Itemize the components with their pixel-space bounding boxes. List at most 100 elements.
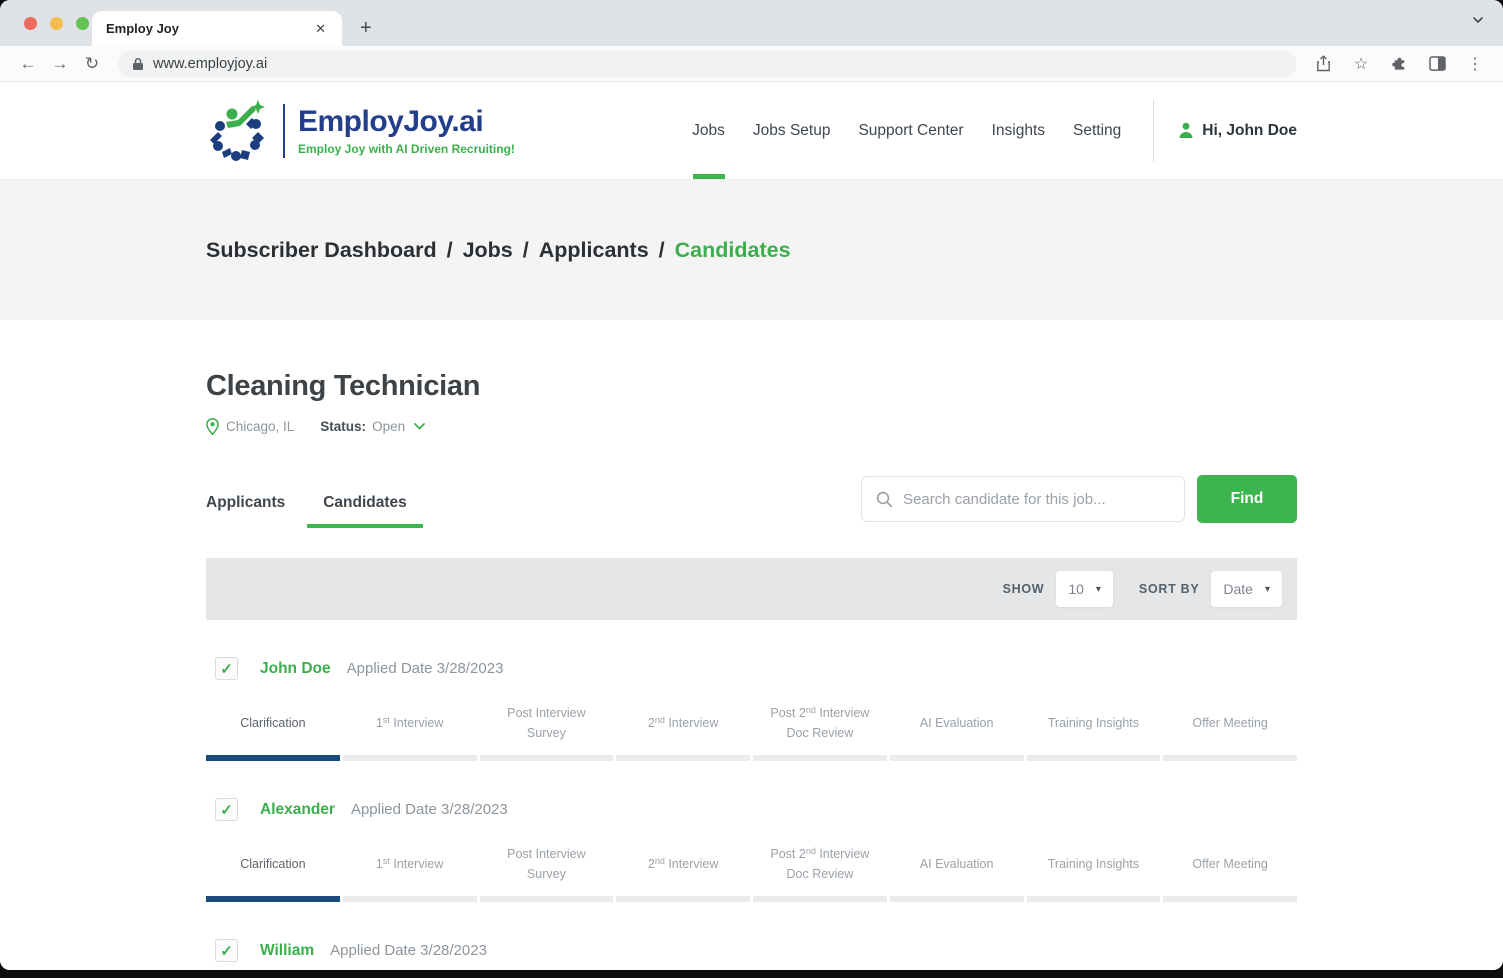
candidate-row: ✓ William Applied Date 3/28/2023 Clarifi…	[206, 939, 1297, 970]
share-icon[interactable]	[1307, 50, 1339, 78]
candidate-row: ✓ Alexander Applied Date 3/28/2023 Clari…	[206, 798, 1297, 902]
candidate-applied-date: Applied Date 3/28/2023	[347, 660, 504, 677]
view-tab[interactable]: Candidates	[323, 494, 407, 528]
stage-label: 2nd Interview	[616, 841, 750, 887]
search-icon	[876, 491, 893, 508]
find-button[interactable]: Find	[1197, 475, 1297, 523]
stage-label: 1st Interview	[343, 700, 477, 746]
candidate-name[interactable]: William	[260, 942, 314, 960]
side-panel-icon[interactable]	[1421, 50, 1453, 78]
candidate-checkbox[interactable]: ✓	[215, 939, 238, 962]
tab-search-chevron-icon[interactable]	[1471, 13, 1485, 27]
nav-item[interactable]: Insights	[978, 82, 1059, 179]
stage-tab[interactable]: Post 2nd Interview Doc Review	[753, 841, 887, 902]
browser-menu-kebab-icon[interactable]: ⋮	[1459, 50, 1491, 78]
job-location: Chicago, IL	[226, 419, 294, 434]
window-zoom-button[interactable]	[76, 17, 89, 30]
stage-progress-bar	[890, 896, 1024, 902]
stage-progress-bar	[616, 755, 750, 761]
stage-progress-bar	[1027, 755, 1161, 761]
sort-by-dropdown[interactable]: Date ▾	[1211, 571, 1282, 607]
stage-label: Post Interview Survey	[480, 700, 614, 746]
nav-item-label: Setting	[1073, 122, 1121, 140]
search-box	[861, 476, 1185, 522]
list-header: Applicants Candidates Find	[206, 475, 1297, 528]
stage-progress-bar	[1027, 896, 1161, 902]
candidate-name[interactable]: John Doe	[260, 660, 331, 678]
job-status-label: Status:	[320, 419, 366, 434]
breadcrumb-separator: /	[659, 238, 665, 262]
nav-item-label: Support Center	[858, 122, 963, 140]
tab-close-icon[interactable]: ✕	[311, 19, 330, 39]
user-menu[interactable]: Hi, John Doe	[1178, 82, 1297, 179]
status-chevron-down-icon[interactable]	[413, 422, 426, 431]
stage-tab[interactable]: Training Insights	[1027, 700, 1161, 761]
stage-tab[interactable]: 2nd Interview	[616, 700, 750, 761]
stage-label: 2nd Interview	[616, 700, 750, 746]
lock-icon	[132, 57, 144, 71]
nav-item[interactable]: Jobs	[678, 82, 739, 179]
candidate-checkbox[interactable]: ✓	[215, 798, 238, 821]
stage-progress-bar	[480, 755, 614, 761]
stage-label: Post Interview Survey	[480, 841, 614, 887]
stage-label: Post 2nd Interview Doc Review	[753, 700, 887, 746]
show-caret-icon: ▾	[1096, 584, 1101, 595]
stage-tab[interactable]: AI Evaluation	[890, 700, 1024, 761]
user-greeting: Hi, John Doe	[1202, 122, 1297, 140]
employjoy-logo[interactable]: EmployJoy.ai Employ Joy with AI Driven R…	[206, 82, 515, 179]
candidate-header: ✓ John Doe Applied Date 3/28/2023	[206, 657, 1297, 680]
stage-tab[interactable]: Post 2nd Interview Doc Review	[753, 700, 887, 761]
toolbar-actions: ☆ ⋮	[1307, 50, 1491, 78]
stage-tab[interactable]: 2nd Interview	[616, 841, 750, 902]
logo-text: EmployJoy.ai Employ Joy with AI Driven R…	[298, 105, 515, 156]
url-text: www.employjoy.ai	[153, 56, 267, 72]
nav-item[interactable]: Support Center	[844, 82, 977, 179]
browser-tab[interactable]: Employ Joy ✕	[92, 11, 342, 46]
show-count-dropdown[interactable]: 10 ▾	[1056, 571, 1113, 607]
stage-tab[interactable]: Post Interview Survey	[480, 841, 614, 902]
stage-tab[interactable]: Offer Meeting	[1163, 841, 1297, 902]
stage-tab[interactable]: AI Evaluation	[890, 841, 1024, 902]
stage-tab[interactable]: Training Insights	[1027, 841, 1161, 902]
stage-tab[interactable]: Offer Meeting	[1163, 700, 1297, 761]
show-label: SHOW	[1003, 582, 1045, 596]
page-title: Cleaning Technician	[206, 320, 1297, 403]
bookmark-star-icon[interactable]: ☆	[1345, 50, 1377, 78]
stage-label: Training Insights	[1027, 700, 1161, 746]
candidate-applied-date: Applied Date 3/28/2023	[330, 942, 487, 959]
candidate-name[interactable]: Alexander	[260, 801, 335, 819]
breadcrumb-separator: /	[447, 238, 453, 262]
show-count-value: 10	[1068, 581, 1084, 597]
header-divider	[1153, 100, 1154, 162]
stage-tab[interactable]: Post Interview Survey	[480, 700, 614, 761]
nav-item[interactable]: Setting	[1059, 82, 1135, 179]
breadcrumb-link[interactable]: Applicants	[539, 238, 649, 262]
stage-tab[interactable]: 1st Interview	[343, 700, 477, 761]
breadcrumb-link[interactable]: Jobs	[463, 238, 513, 262]
logo-people-star-icon	[206, 98, 270, 164]
stage-tab[interactable]: 1st Interview	[343, 841, 477, 902]
stage-tab[interactable]: Clarification	[206, 841, 340, 902]
back-icon[interactable]: ←	[12, 50, 44, 78]
window-close-button[interactable]	[24, 17, 37, 30]
nav-item[interactable]: Jobs Setup	[739, 82, 845, 179]
extensions-puzzle-icon[interactable]	[1383, 50, 1415, 78]
search-input[interactable]	[903, 491, 1170, 508]
new-tab-button[interactable]: +	[360, 19, 372, 37]
candidate-header: ✓ Alexander Applied Date 3/28/2023	[206, 798, 1297, 821]
candidate-checkbox[interactable]: ✓	[215, 657, 238, 680]
breadcrumb-link[interactable]: Subscriber Dashboard	[206, 238, 437, 262]
browser-tabstrip: Employ Joy ✕ +	[0, 0, 1503, 46]
browser-window: Employ Joy ✕ + ← → ↻ www.employjoy.ai	[0, 0, 1503, 970]
stage-tab[interactable]: Clarification	[206, 700, 340, 761]
stage-label: Clarification	[206, 841, 340, 887]
reload-icon[interactable]: ↻	[76, 50, 108, 78]
search-row: Find	[861, 475, 1297, 528]
view-tab[interactable]: Applicants	[206, 494, 285, 528]
window-minimize-button[interactable]	[50, 17, 63, 30]
address-bar[interactable]: www.employjoy.ai	[118, 50, 1297, 78]
forward-icon[interactable]: →	[44, 50, 76, 78]
stage-progress-bar	[1163, 755, 1297, 761]
list-control-bar: SHOW 10 ▾ SORT BY Date ▾	[206, 558, 1297, 620]
nav-item-label: Jobs Setup	[753, 122, 831, 140]
